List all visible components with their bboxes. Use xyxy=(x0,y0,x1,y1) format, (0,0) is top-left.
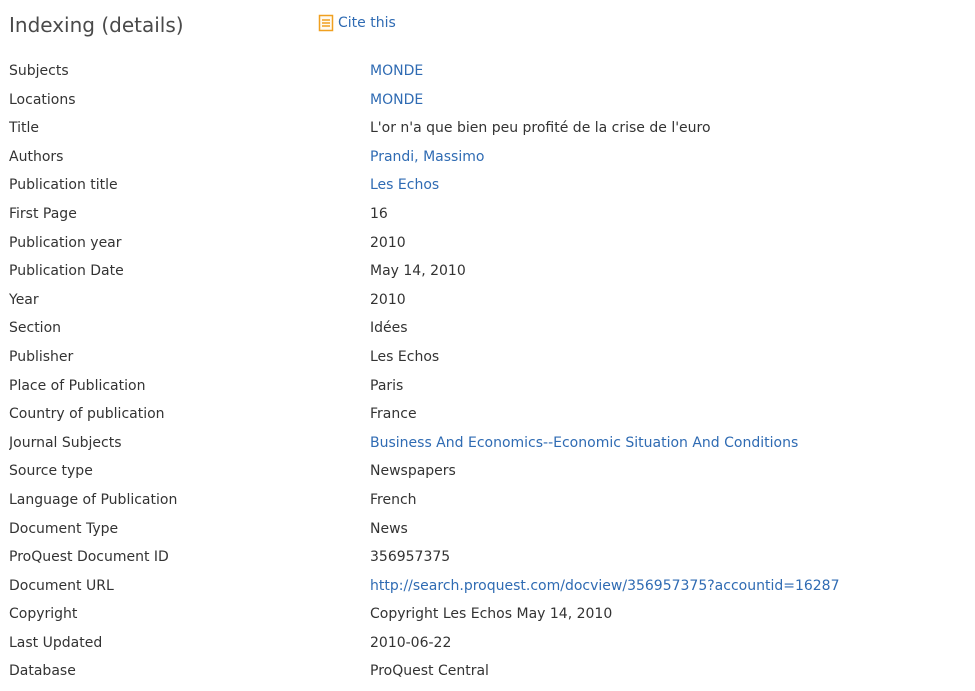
document-type-value: News xyxy=(370,520,408,537)
field-label: Publication title xyxy=(9,177,118,194)
row-authors: Authors Prandi, Massimo xyxy=(9,148,975,177)
cite-this-link[interactable]: Cite this xyxy=(318,14,396,32)
row-language-of-publication: Language of Publication French xyxy=(9,491,975,520)
field-label: Place of Publication xyxy=(9,377,146,394)
field-label: Authors xyxy=(9,148,64,165)
field-label: Document Type xyxy=(9,520,119,537)
field-label: Section xyxy=(9,320,62,337)
row-copyright: Copyright Copyright Les Echos May 14, 20… xyxy=(9,605,975,634)
section-value: Idées xyxy=(370,320,408,337)
language-of-publication-value: French xyxy=(370,491,417,508)
row-locations: Locations MONDE xyxy=(9,91,975,120)
row-document-type: Document Type News xyxy=(9,520,975,549)
place-of-publication-value: Paris xyxy=(370,377,404,394)
indexing-header: Indexing (details) Cite this xyxy=(9,12,969,40)
field-label: Journal Subjects xyxy=(9,434,122,451)
row-subjects: Subjects MONDE xyxy=(9,62,975,91)
field-label: Title xyxy=(9,120,40,137)
cite-this-label[interactable]: Cite this xyxy=(338,14,396,32)
row-place-of-publication: Place of Publication Paris xyxy=(9,377,975,406)
field-label: Language of Publication xyxy=(9,491,178,508)
publication-title-link[interactable]: Les Echos xyxy=(370,176,439,194)
field-label: Last Updated xyxy=(9,634,103,651)
document-list-icon xyxy=(318,14,334,32)
copyright-value: Copyright Les Echos May 14, 2010 xyxy=(370,606,613,623)
row-country-of-publication: Country of publication France xyxy=(9,405,975,434)
row-title: Title L'or n'a que bien peu profité de l… xyxy=(9,119,975,148)
row-year: Year 2010 xyxy=(9,291,975,320)
field-label: Publication year xyxy=(9,234,122,251)
year-value: 2010 xyxy=(370,291,406,308)
row-source-type: Source type Newspapers xyxy=(9,462,975,491)
field-label: Copyright xyxy=(9,606,78,623)
row-document-url: Document URL http://search.proquest.com/… xyxy=(9,577,975,606)
field-label: Publication Date xyxy=(9,263,124,280)
field-label: First Page xyxy=(9,205,77,222)
row-first-page: First Page 16 xyxy=(9,205,975,234)
row-publisher: Publisher Les Echos xyxy=(9,348,975,377)
field-label: Database xyxy=(9,663,76,680)
row-publication-year: Publication year 2010 xyxy=(9,234,975,263)
row-database: Database ProQuest Central xyxy=(9,662,975,691)
source-type-value: Newspapers xyxy=(370,463,456,480)
publisher-value: Les Echos xyxy=(370,348,440,365)
row-publication-title: Publication title Les Echos xyxy=(9,176,975,205)
database-value: ProQuest Central xyxy=(370,663,489,680)
indexing-details-list: Subjects MONDE Locations MONDE Title L'o… xyxy=(9,62,975,691)
field-label: Source type xyxy=(9,463,93,480)
last-updated-value: 2010-06-22 xyxy=(370,634,452,651)
row-section: Section Idées xyxy=(9,319,975,348)
country-of-publication-value: France xyxy=(370,406,417,423)
authors-link[interactable]: Prandi, Massimo xyxy=(370,148,484,166)
publication-year-value: 2010 xyxy=(370,234,406,251)
document-url-link[interactable]: http://search.proquest.com/docview/35695… xyxy=(370,577,840,595)
field-label: ProQuest Document ID xyxy=(9,549,169,566)
publication-date-value: May 14, 2010 xyxy=(370,263,466,280)
field-label: Locations xyxy=(9,91,76,108)
field-label: Subjects xyxy=(9,63,69,79)
row-proquest-document-id: ProQuest Document ID 356957375 xyxy=(9,548,975,577)
field-label: Country of publication xyxy=(9,406,165,423)
field-label: Document URL xyxy=(9,577,114,594)
section-title: Indexing (details) xyxy=(9,13,184,37)
proquest-document-id-value: 356957375 xyxy=(370,549,451,566)
journal-subjects-link[interactable]: Business And Economics--Economic Situati… xyxy=(370,434,798,452)
subjects-link[interactable]: MONDE xyxy=(370,62,423,80)
first-page-value: 16 xyxy=(370,205,388,222)
field-label: Publisher xyxy=(9,348,74,365)
title-value: L'or n'a que bien peu profité de la cris… xyxy=(370,120,711,137)
locations-link[interactable]: MONDE xyxy=(370,91,423,109)
row-last-updated: Last Updated 2010-06-22 xyxy=(9,634,975,663)
row-journal-subjects: Journal Subjects Business And Economics-… xyxy=(9,434,975,463)
field-label: Year xyxy=(9,291,39,308)
row-publication-date: Publication Date May 14, 2010 xyxy=(9,262,975,291)
